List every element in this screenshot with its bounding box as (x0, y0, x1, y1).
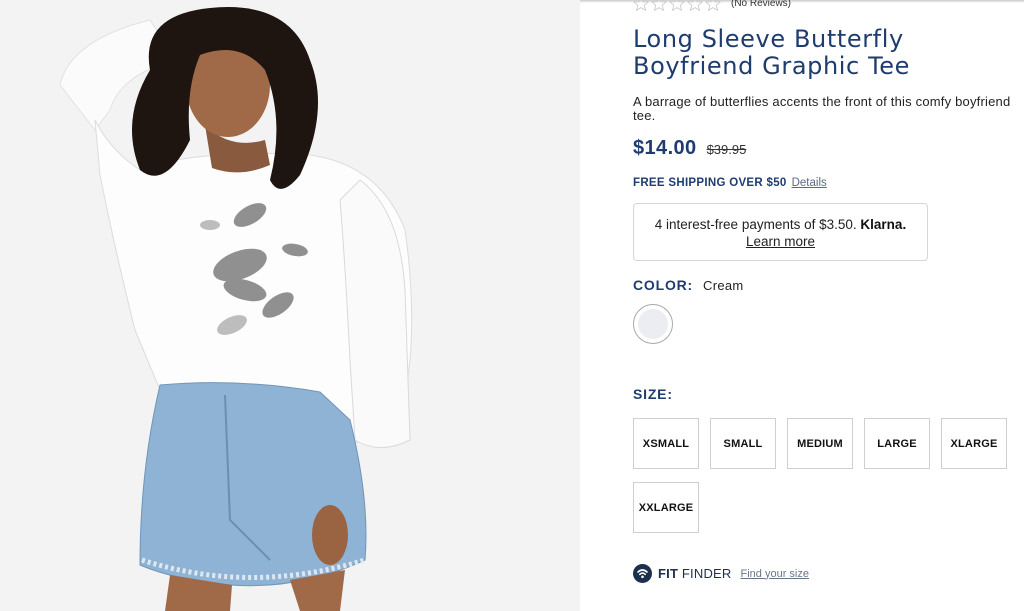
free-shipping-text: FREE SHIPPING OVER $50 (633, 177, 787, 189)
rating-stars[interactable] (633, 0, 721, 11)
size-option-xlarge[interactable]: XLARGE (941, 418, 1007, 469)
star-icon (651, 0, 667, 11)
color-selector-header: COLOR: Cream (633, 277, 744, 293)
reviews-count[interactable]: (No Reviews) (731, 0, 791, 9)
original-price: $39.95 (706, 142, 747, 157)
fit-finder-brand-bold: FIT (658, 566, 679, 581)
product-details: (No Reviews) Long Sleeve Butterfly Boyfr… (633, 0, 1013, 611)
star-icon (687, 0, 703, 11)
star-icon (633, 0, 649, 11)
klarna-text: 4 interest-free payments of $3.50. (654, 217, 857, 232)
fit-finder[interactable]: FIT FINDER Find your size (633, 564, 809, 583)
product-description: A barrage of butterflies accents the fro… (633, 94, 1011, 123)
sale-price: $14.00 (633, 137, 697, 159)
fit-finder-brand-rest: FINDER (681, 566, 732, 581)
size-options: XSMALL SMALL MEDIUM LARGE XLARGE XXLARGE (633, 418, 1013, 533)
price-row: $14.00 $39.95 (633, 137, 746, 160)
size-option-xxlarge[interactable]: XXLARGE (633, 482, 699, 533)
shipping-info: FREE SHIPPING OVER $50 Details (633, 177, 827, 189)
star-icon (669, 0, 685, 11)
star-icon (705, 0, 721, 11)
fit-finder-icon[interactable] (633, 564, 652, 583)
color-swatch-fill (638, 309, 668, 339)
find-your-size-link[interactable]: Find your size (741, 568, 809, 580)
size-option-small[interactable]: SMALL (710, 418, 776, 469)
size-label: SIZE: (633, 386, 673, 402)
size-option-xsmall[interactable]: XSMALL (633, 418, 699, 469)
color-swatch-cream[interactable] (633, 304, 673, 344)
product-image[interactable] (0, 0, 580, 611)
product-title: Long Sleeve Butterfly Boyfriend Graphic … (633, 25, 910, 80)
shipping-details-link[interactable]: Details (792, 177, 827, 189)
product-photo-illustration (0, 0, 580, 611)
color-label: COLOR: (633, 277, 694, 293)
size-option-medium[interactable]: MEDIUM (787, 418, 853, 469)
klarna-line: 4 interest-free payments of $3.50. Klarn… (634, 216, 927, 233)
klarna-learn-more-link[interactable]: Learn more (746, 234, 815, 249)
klarna-logo: Klarna. (860, 217, 907, 232)
klarna-payment-box: 4 interest-free payments of $3.50. Klarn… (633, 203, 928, 261)
rating-row[interactable]: (No Reviews) (633, 0, 791, 11)
fit-finder-brand: FIT FINDER (658, 566, 732, 581)
selected-color-name: Cream (703, 278, 744, 293)
size-option-large[interactable]: LARGE (864, 418, 930, 469)
